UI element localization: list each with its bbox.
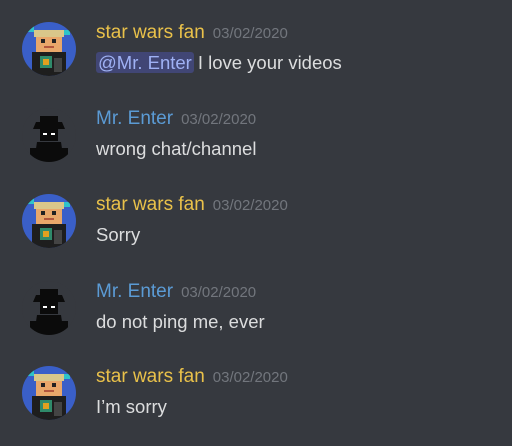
message-text: do not ping me, ever bbox=[96, 311, 265, 332]
message-header: star wars fan 03/02/2020 bbox=[96, 194, 288, 218]
message-text: I’m sorry bbox=[96, 396, 167, 417]
message-content: I’m sorry bbox=[96, 396, 167, 418]
user-avatar[interactable] bbox=[22, 108, 76, 162]
timestamp: 03/02/2020 bbox=[212, 197, 288, 214]
pixel-character-avatar-icon bbox=[22, 366, 76, 420]
author-name[interactable]: star wars fan bbox=[96, 366, 205, 387]
pixel-character-avatar-icon bbox=[22, 22, 76, 76]
message: star wars fan 03/02/2020 @Mr. Enter I love… bbox=[0, 22, 512, 102]
user-avatar[interactable] bbox=[22, 194, 76, 248]
message-header: Mr. Enter 03/02/2020 bbox=[96, 108, 256, 132]
message-content: wrong chat/channel bbox=[96, 138, 256, 160]
message-header: Mr. Enter 03/02/2020 bbox=[96, 281, 256, 305]
chat-message-list: star wars fan 03/02/2020 @Mr. Enter I love… bbox=[0, 0, 512, 435]
message-header: star wars fan 03/02/2020 bbox=[96, 22, 288, 46]
message-content: Sorry bbox=[96, 224, 140, 246]
message: star wars fan 03/02/2020 I’m sorry bbox=[0, 366, 512, 446]
message-header: star wars fan 03/02/2020 bbox=[96, 366, 288, 390]
author-name[interactable]: star wars fan bbox=[96, 22, 205, 43]
timestamp: 03/02/2020 bbox=[212, 25, 288, 42]
author-name[interactable]: Mr. Enter bbox=[96, 108, 173, 129]
message-content: do not ping me, ever bbox=[96, 311, 265, 333]
message-text: wrong chat/channel bbox=[96, 138, 257, 159]
pixel-character-avatar-icon bbox=[22, 194, 76, 248]
message-text: I love your videos bbox=[197, 52, 342, 73]
message: Mr. Enter 03/02/2020 do not ping me, ever bbox=[0, 281, 512, 361]
timestamp: 03/02/2020 bbox=[212, 369, 288, 386]
user-mention[interactable]: @Mr. Enter bbox=[96, 52, 194, 73]
user-avatar[interactable] bbox=[22, 366, 76, 420]
author-name[interactable]: Mr. Enter bbox=[96, 281, 173, 302]
timestamp: 03/02/2020 bbox=[181, 111, 257, 128]
author-name[interactable]: star wars fan bbox=[96, 194, 205, 215]
shadow-figure-avatar-icon bbox=[22, 108, 76, 162]
message-text: Sorry bbox=[96, 224, 141, 245]
shadow-figure-avatar-icon bbox=[22, 281, 76, 335]
message-content: @Mr. Enter I love your videos bbox=[96, 52, 342, 74]
user-avatar[interactable] bbox=[22, 22, 76, 76]
message: Mr. Enter 03/02/2020 wrong chat/channel bbox=[0, 108, 512, 188]
timestamp: 03/02/2020 bbox=[181, 284, 257, 301]
message: star wars fan 03/02/2020 Sorry bbox=[0, 194, 512, 274]
user-avatar[interactable] bbox=[22, 281, 76, 335]
